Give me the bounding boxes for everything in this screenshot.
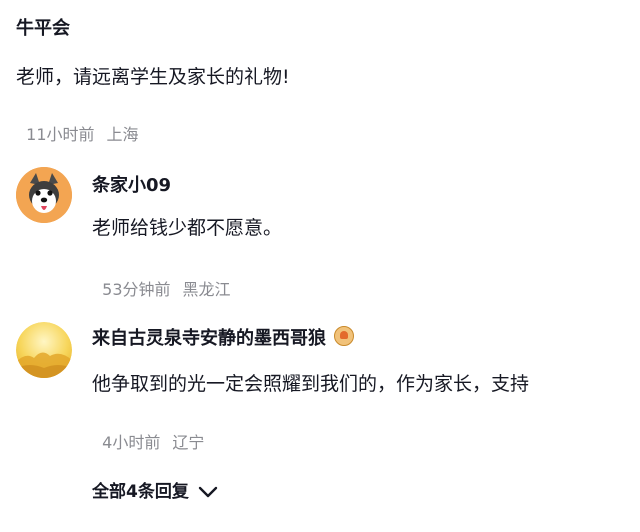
- reply-1-text: 老师给钱少都不愿意。: [92, 217, 283, 239]
- main-comment-text: 老师，请远离学生及家长的礼物!: [16, 66, 290, 88]
- reply-1-username[interactable]: 条家小09: [92, 171, 171, 197]
- reply-1-avatar[interactable]: [16, 167, 72, 223]
- reply-2-time: 4小时前: [102, 433, 161, 452]
- reply-2-username[interactable]: 来自古灵泉寺安静的墨西哥狼: [92, 324, 354, 350]
- reply-2-username-text[interactable]: 来自古灵泉寺安静的墨西哥狼: [92, 328, 326, 349]
- main-comment-meta: 11小时前 上海: [16, 102, 151, 145]
- main-comment-time: 11小时前: [26, 125, 95, 144]
- reply-2-text: 他争取到的光一定会照耀到我们的，作为家长，支持: [92, 373, 530, 395]
- reply-2-location: 辽宁: [172, 433, 205, 452]
- main-comment-username[interactable]: 牛平会: [16, 14, 70, 40]
- reply-1-meta: 53分钟前 黑龙江: [92, 257, 243, 300]
- reply-1-time: 53分钟前: [102, 280, 171, 299]
- yellow-landscape-avatar-icon: [16, 322, 72, 378]
- husky-dog-avatar-icon: [16, 167, 72, 223]
- reply-2-meta: 4小时前 辽宁: [92, 410, 216, 453]
- chevron-down-icon: [198, 486, 218, 498]
- reply-2-avatar[interactable]: [16, 322, 72, 378]
- expand-replies-button[interactable]: 全部4条回复: [92, 477, 219, 502]
- main-comment-location: 上海: [106, 125, 139, 144]
- reply-1-location: 黑龙江: [182, 280, 231, 299]
- medal-badge-icon: [334, 326, 354, 346]
- expand-replies-label[interactable]: 全部4条回复: [92, 482, 189, 502]
